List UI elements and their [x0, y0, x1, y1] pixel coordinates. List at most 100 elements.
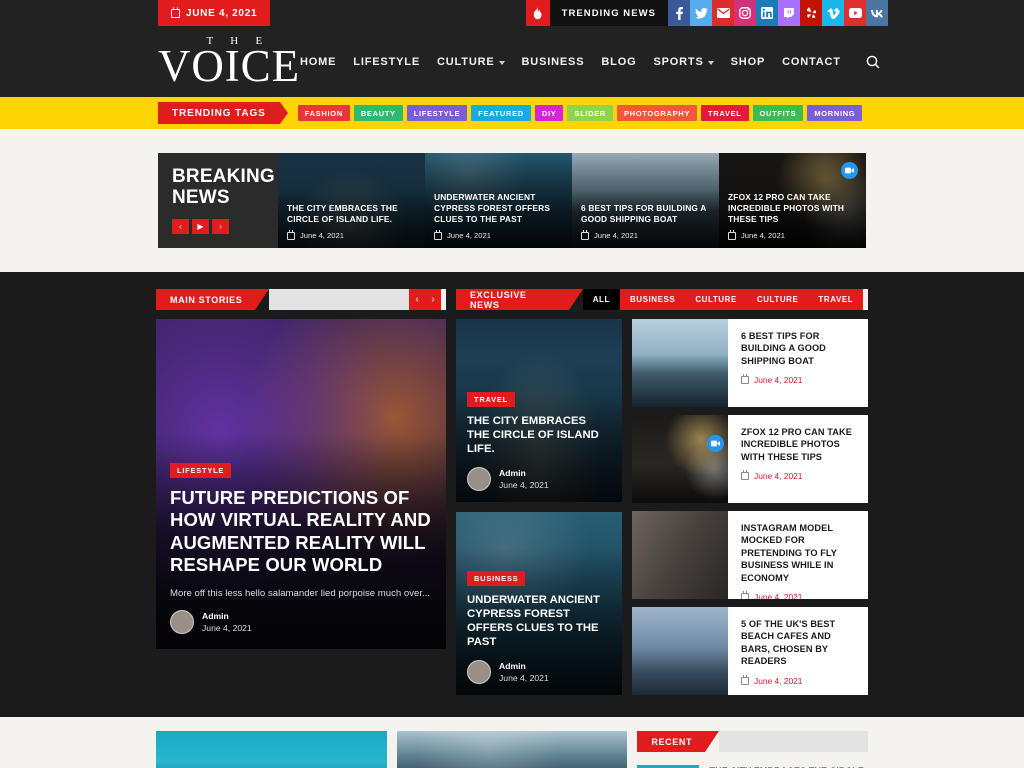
main-stories-bar — [269, 289, 409, 310]
twitch-icon[interactable] — [778, 0, 800, 26]
exclusive-mid-card[interactable]: BUSINESS UNDERWATER ANCIENT CYPRESS FORE… — [456, 512, 622, 695]
tag-featured[interactable]: FEATURED — [471, 105, 531, 121]
calendar-icon — [287, 229, 295, 240]
news-item-headline: 5 OF THE UK'S BEST BEACH CAFES AND BARS,… — [741, 619, 836, 667]
nav-item-home[interactable]: HOME — [300, 56, 336, 68]
calendar-icon — [728, 229, 736, 240]
hero-category-badge[interactable]: LIFESTYLE — [170, 462, 232, 478]
linkedin-icon[interactable] — [756, 0, 778, 26]
mid-card-category-badge[interactable]: BUSINESS — [467, 570, 526, 586]
bottom-article-card[interactable] — [156, 731, 387, 768]
nav-label: CULTURE — [437, 55, 495, 68]
breaking-slide-date: June 4, 2021 — [581, 229, 710, 240]
tag-lifestyle[interactable]: LIFESTYLE — [406, 105, 468, 121]
breaking-slide[interactable]: ZFOX 12 PRO CAN TAKE INCREDIBLE PHOTOS W… — [719, 153, 866, 248]
site-logo[interactable]: T H E VOICE — [158, 35, 300, 91]
recent-header: RECENT — [637, 731, 869, 752]
email-icon[interactable] — [712, 0, 734, 26]
current-date-text: JUNE 4, 2021 — [186, 7, 258, 19]
search-icon[interactable] — [866, 55, 880, 69]
site-header: T H E VOICE HOME LIFESTYLE CULTURE BUSIN… — [0, 26, 1024, 97]
breaking-slide[interactable]: THE CITY EMBRACES THE CIRCLE OF ISLAND L… — [278, 153, 425, 248]
filter-culture-1[interactable]: CULTURE — [685, 289, 747, 310]
exclusive-mid-card[interactable]: TRAVEL THE CITY EMBRACES THE CIRCLE OF I… — [456, 319, 622, 502]
tag-diy[interactable]: DIY — [534, 105, 564, 121]
nav-item-business[interactable]: BUSINESS — [522, 56, 585, 68]
tag-outfits[interactable]: OUTFITS — [752, 105, 804, 121]
filter-culture-2[interactable]: CULTURE — [746, 289, 809, 310]
filter-business[interactable]: BUSINESS — [619, 289, 686, 310]
main-story-column: LIFESTYLE FUTURE PREDICTIONS OF HOW VIRT… — [156, 319, 446, 695]
twitter-icon[interactable] — [690, 0, 712, 26]
hero-headline: FUTURE PREDICTIONS OF HOW VIRTUAL REALIT… — [170, 486, 431, 576]
nav-item-contact[interactable]: CONTACT — [782, 56, 841, 68]
nav-item-lifestyle[interactable]: LIFESTYLE — [353, 56, 420, 68]
chevron-down-icon — [498, 60, 505, 65]
top-bar: JUNE 4, 2021 TRENDING NEWS — [0, 0, 1024, 26]
mid-card-category-badge[interactable]: TRAVEL — [467, 391, 515, 407]
tag-fashion[interactable]: FASHION — [297, 105, 350, 121]
logo-voice-text: VOICE — [158, 40, 300, 91]
news-list-item[interactable]: 6 BEST TIPS FOR BUILDING A GOOD SHIPPING… — [632, 319, 868, 407]
date-text: June 4, 2021 — [754, 471, 803, 482]
news-list-item[interactable]: 5 OF THE UK'S BEST BEACH CAFES AND BARS,… — [632, 607, 868, 695]
calendar-icon — [741, 470, 749, 481]
breaking-slide-headline: ZFOX 12 PRO CAN TAKE INCREDIBLE PHOTOS W… — [728, 191, 845, 224]
mid-card-byline: Admin June 4, 2021 — [467, 660, 611, 684]
yelp-icon[interactable] — [800, 0, 822, 26]
tag-beauty[interactable]: BEAUTY — [353, 105, 403, 121]
tag-photography[interactable]: PHOTOGRAPHY — [616, 105, 698, 121]
avatar — [467, 467, 491, 491]
bottom-article-card[interactable] — [396, 731, 628, 768]
calendar-icon — [171, 6, 180, 18]
news-thumbnail — [632, 511, 728, 599]
nav-label: LIFESTYLE — [353, 55, 421, 68]
main-stories-next-button[interactable]: › — [425, 289, 441, 310]
breaking-slide-headline: THE CITY EMBRACES THE CIRCLE OF ISLAND L… — [287, 202, 398, 224]
breaking-next-button[interactable]: › — [212, 219, 229, 235]
filter-all[interactable]: ALL — [582, 289, 620, 310]
social-links — [668, 0, 888, 26]
chevron-down-icon — [707, 60, 714, 65]
date-text: June 4, 2021 — [754, 675, 803, 686]
date-text: June 4, 2021 — [447, 231, 491, 240]
tag-travel[interactable]: TRAVEL — [701, 105, 749, 121]
news-item-body: INSTAGRAM MODEL MOCKED FOR PRETENDING TO… — [728, 511, 868, 599]
news-list-item[interactable]: INSTAGRAM MODEL MOCKED FOR PRETENDING TO… — [632, 511, 868, 599]
news-thumbnail — [632, 607, 728, 695]
breaking-prev-button[interactable]: ‹ — [172, 219, 189, 235]
nav-item-culture[interactable]: CULTURE — [437, 56, 505, 68]
news-list-item[interactable]: ZFOX 12 PRO CAN TAKE INCREDIBLE PHOTOS W… — [632, 415, 868, 503]
breaking-slide[interactable]: 6 BEST TIPS FOR BUILDING A GOOD SHIPPING… — [572, 153, 719, 248]
breaking-news-slides: THE CITY EMBRACES THE CIRCLE OF ISLAND L… — [278, 153, 866, 248]
tag-slider[interactable]: SLIDER — [567, 105, 613, 121]
video-icon — [707, 435, 724, 452]
nav-item-sports[interactable]: SPORTS — [653, 56, 714, 68]
news-item-date: June 4, 2021 — [741, 674, 858, 686]
trending-tags-bar: TRENDING TAGS FASHION BEAUTY LIFESTYLE F… — [0, 97, 1024, 129]
youtube-icon[interactable] — [844, 0, 866, 26]
breaking-play-button[interactable]: ▶ — [192, 219, 209, 235]
breaking-slide-date: June 4, 2021 — [728, 229, 857, 240]
main-stories-prev-button[interactable]: ‹ — [409, 289, 425, 310]
flame-icon — [525, 0, 550, 26]
nav-label: SHOP — [730, 55, 766, 68]
mid-card-date: June 4, 2021 — [499, 480, 549, 490]
nav-item-shop[interactable]: SHOP — [731, 56, 765, 68]
news-item-headline: INSTAGRAM MODEL MOCKED FOR PRETENDING TO… — [741, 523, 837, 583]
tag-morning[interactable]: MORNING — [807, 105, 863, 121]
vk-icon[interactable] — [866, 0, 888, 26]
vimeo-icon[interactable] — [822, 0, 844, 26]
breaking-news-controls: ‹ ▶ › — [172, 219, 278, 235]
breaking-slide[interactable]: UNDERWATER ANCIENT CYPRESS FOREST OFFERS… — [425, 153, 572, 248]
filter-travel[interactable]: TRAVEL — [808, 289, 864, 310]
date-text: June 4, 2021 — [300, 231, 344, 240]
breaking-title-line2: NEWS — [172, 186, 230, 208]
breaking-title-line1: BREAKING — [172, 166, 275, 187]
facebook-icon[interactable] — [668, 0, 690, 26]
nav-item-blog[interactable]: BLOG — [601, 56, 636, 68]
instagram-icon[interactable] — [734, 0, 756, 26]
main-stories-title: MAIN STORIES — [156, 289, 270, 310]
hero-article-card[interactable]: LIFESTYLE FUTURE PREDICTIONS OF HOW VIRT… — [156, 319, 446, 649]
exclusive-news-list: 6 BEST TIPS FOR BUILDING A GOOD SHIPPING… — [632, 319, 868, 695]
